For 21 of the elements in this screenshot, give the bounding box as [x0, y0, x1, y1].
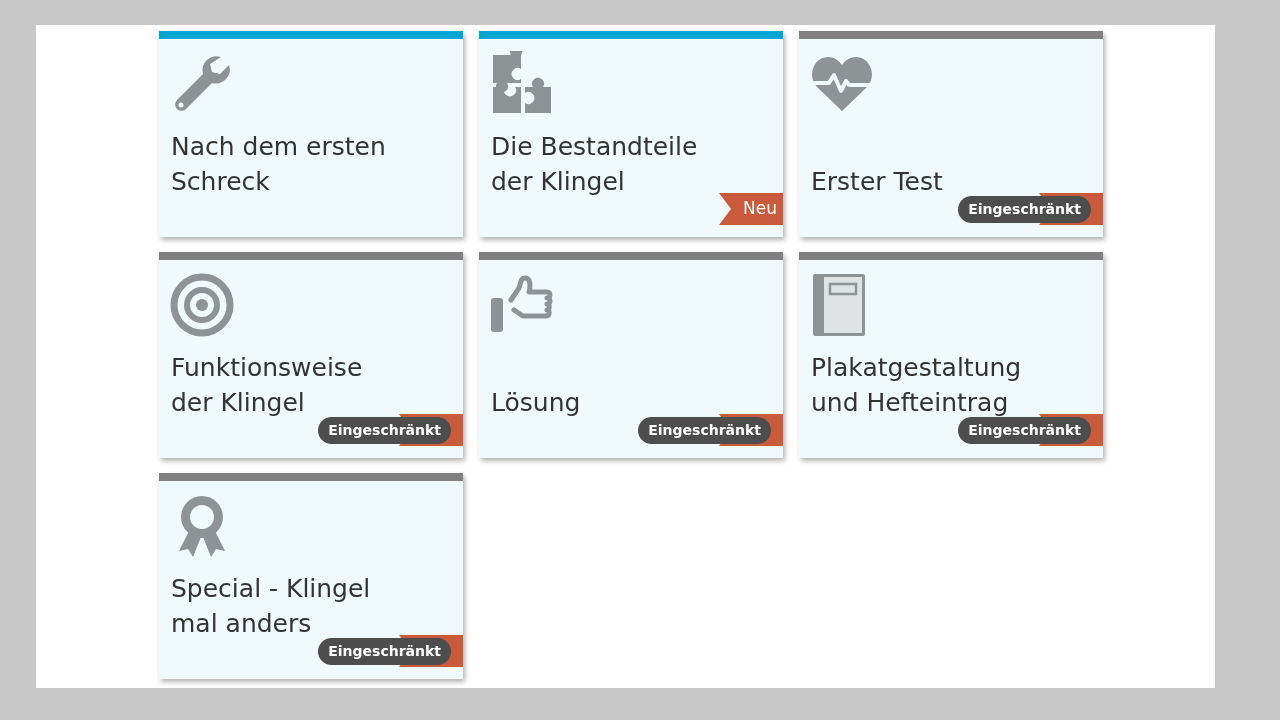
- lesson-card[interactable]: Plakatgestaltung und Hefteintrag Eingeschränkt: [799, 252, 1103, 458]
- card-title: Erster Test: [811, 166, 944, 198]
- restricted-badge: Eingeschränkt: [638, 417, 771, 444]
- target-icon: [169, 272, 235, 338]
- card-title: Plakatgestaltung und Hefteintrag: [811, 352, 1023, 419]
- restricted-badge: Eingeschränkt: [958, 417, 1091, 444]
- new-ribbon: Neu: [719, 193, 783, 225]
- card-title: Special - Klingel mal anders: [171, 573, 372, 640]
- restricted-badge: Eingeschränkt: [958, 196, 1091, 223]
- card-title: Nach dem ersten Schreck: [171, 131, 387, 198]
- restricted-badge: Eingeschränkt: [318, 638, 451, 665]
- lesson-card[interactable]: Funktionsweise der Klingel Eingeschränkt: [159, 252, 463, 458]
- card-title: Die Bestandteile der Klingel: [491, 131, 699, 198]
- card-title: Lösung: [491, 387, 582, 419]
- card-title: Funktionsweise der Klingel: [171, 352, 364, 419]
- lesson-card[interactable]: Special - Klingel mal anders Eingeschränkt: [159, 473, 463, 679]
- restricted-badge: Eingeschränkt: [318, 417, 451, 444]
- lesson-card[interactable]: Erster Test Eingeschränkt: [799, 31, 1103, 237]
- lesson-card[interactable]: Nach dem ersten Schreck: [159, 31, 463, 237]
- lesson-card[interactable]: Lösung Eingeschränkt: [479, 252, 783, 458]
- lesson-card[interactable]: Die Bestandteile der Klingel Neu: [479, 31, 783, 237]
